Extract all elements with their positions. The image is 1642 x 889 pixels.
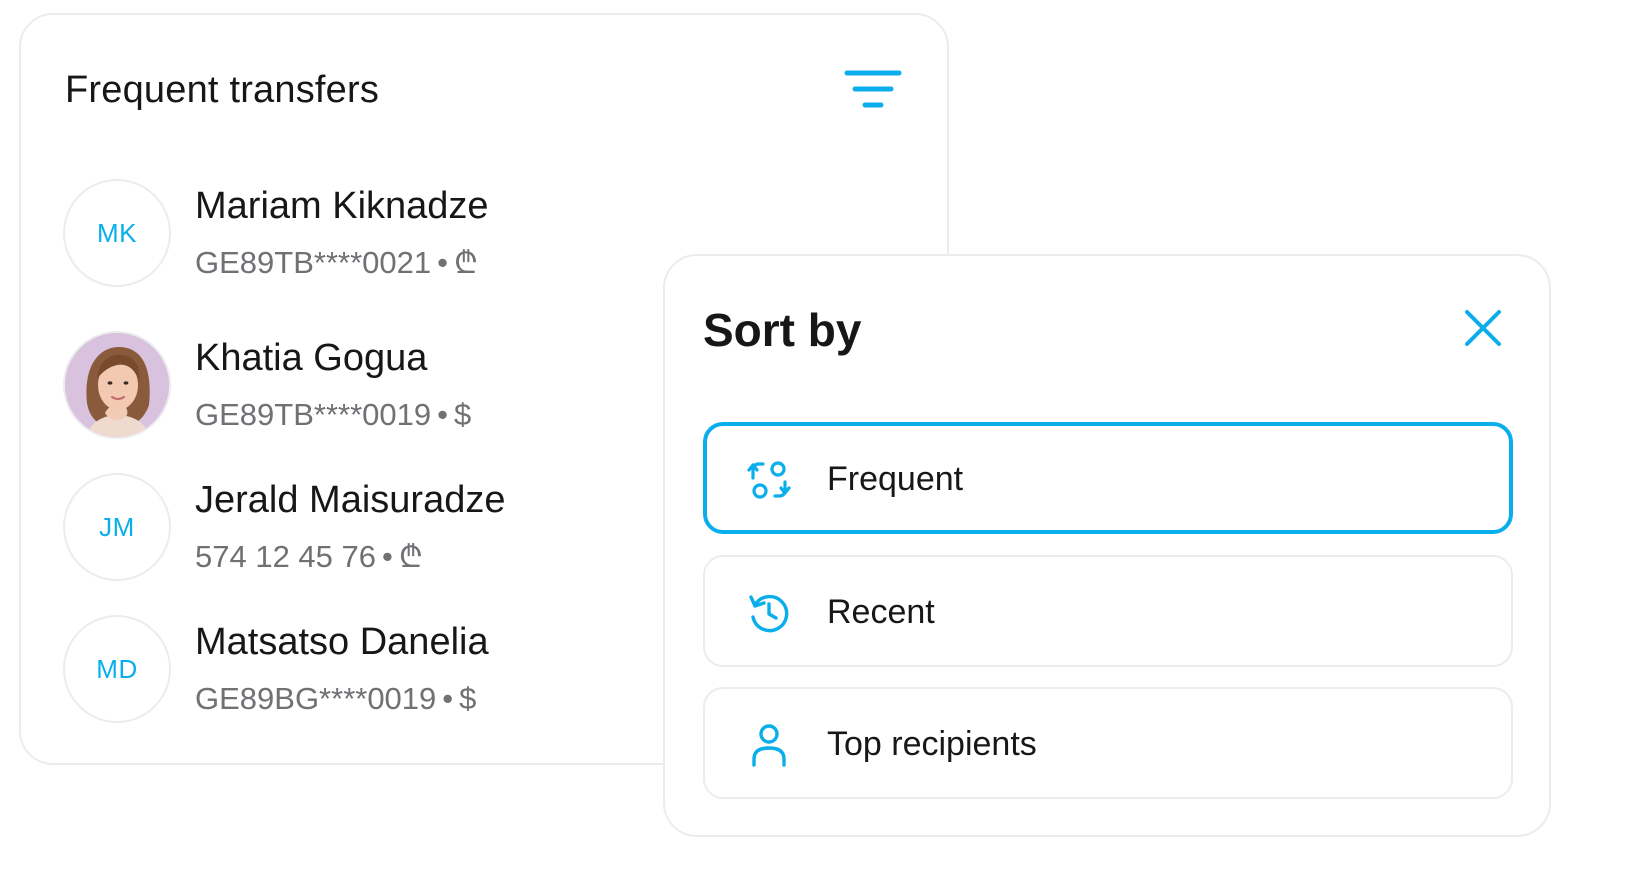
frequent-transfers-title: Frequent transfers	[65, 69, 380, 111]
recipient-name: Mariam Kiknadze	[195, 185, 489, 227]
avatar-photo	[63, 331, 171, 439]
history-icon	[749, 594, 789, 633]
recipient-account: 574 12 45 76 • ₾	[195, 537, 423, 577]
person-icon	[752, 724, 786, 767]
account-number: GE89BG****0019	[195, 681, 437, 716]
account-number: GE89TB****0021	[195, 245, 432, 280]
recipient-row[interactable]: MD Matsatso Danelia GE89BG****0019 • $	[63, 615, 663, 727]
sort-option-label: Frequent	[827, 460, 964, 498]
separator-dot: •	[437, 245, 448, 280]
recipient-name: Khatia Gogua	[195, 337, 428, 379]
sort-option-top-recipients[interactable]: Top recipients	[703, 687, 1513, 799]
sort-option-recent[interactable]: Recent	[703, 555, 1513, 667]
sort-option-label: Top recipients	[827, 725, 1037, 763]
recipient-row[interactable]: JM Jerald Maisuradze 574 12 45 76 • ₾	[63, 473, 663, 585]
sort-option-frequent[interactable]: Frequent	[703, 422, 1513, 534]
recipient-name: Jerald Maisuradze	[195, 479, 506, 521]
recipient-name: Matsatso Danelia	[195, 621, 489, 663]
avatar: MD	[63, 615, 171, 723]
sort-by-title: Sort by	[703, 304, 862, 356]
avatar: JM	[63, 473, 171, 581]
separator-dot: •	[437, 397, 448, 432]
recipient-account: GE89TB****0019 • $	[195, 395, 471, 435]
recipient-account: GE89BG****0019 • $	[195, 679, 476, 719]
currency-symbol: ₾	[453, 245, 478, 280]
filter-icon	[844, 70, 902, 108]
recipient-row[interactable]: Khatia Gogua GE89TB****0019 • $	[63, 331, 663, 443]
avatar-initials: MK	[97, 217, 137, 248]
currency-symbol: ₾	[398, 539, 423, 574]
separator-dot: •	[382, 539, 393, 574]
avatar-initials: JM	[99, 511, 135, 542]
close-icon	[1465, 310, 1501, 346]
currency-symbol: $	[459, 681, 477, 716]
sort-option-label: Recent	[827, 593, 935, 631]
filter-button[interactable]	[843, 67, 903, 115]
close-button[interactable]	[1461, 306, 1505, 350]
account-number: 574 12 45 76	[195, 539, 377, 574]
sort-by-panel: Sort by Frequent Recent Top recipients	[663, 254, 1551, 837]
avatar-initials: MD	[96, 653, 138, 684]
recipient-account: GE89TB****0021 • ₾	[195, 243, 478, 283]
avatar: MK	[63, 179, 171, 287]
person-photo-icon	[65, 333, 169, 437]
separator-dot: •	[442, 681, 454, 716]
swap-icon	[747, 461, 791, 499]
account-number: GE89TB****0019	[195, 397, 432, 432]
recipient-row[interactable]: MK Mariam Kiknadze GE89TB****0021 • ₾	[63, 179, 663, 291]
currency-symbol: $	[453, 397, 472, 432]
